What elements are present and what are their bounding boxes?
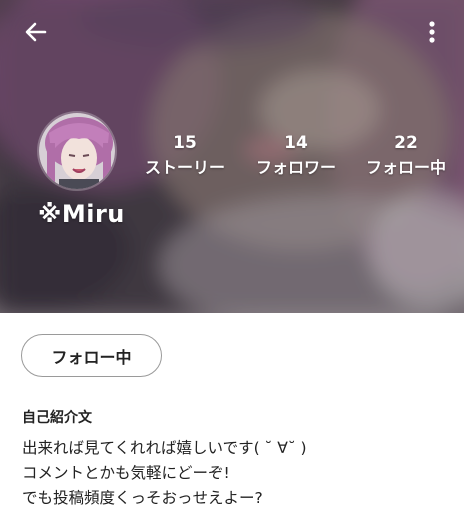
- back-button[interactable]: [18, 14, 54, 50]
- bio-line: コメントとかも気軽にどーぞ!: [22, 464, 230, 482]
- bio-text: 出来れば見てくれれば嬉しいです( ˘ ∀˘ ) コメントとかも気軽にどーぞ! で…: [22, 436, 307, 511]
- stat-stories-count: 15: [173, 133, 197, 153]
- bio-line: でも投稿頻度くっそおっせえよー?: [22, 489, 263, 507]
- profile-info-panel: フォロー中 自己紹介文 出来れば見てくれれば嬉しいです( ˘ ∀˘ ) コメント…: [0, 313, 464, 512]
- more-vertical-icon: [429, 21, 435, 43]
- avatar[interactable]: [37, 111, 117, 191]
- stat-stories-label: ストーリー: [144, 158, 225, 177]
- bio-title: 自己紹介文: [22, 410, 92, 426]
- back-arrow-icon: [25, 22, 47, 42]
- following-button[interactable]: フォロー中: [21, 334, 162, 377]
- stat-followers[interactable]: 14 フォロワー: [241, 133, 351, 179]
- more-options-button[interactable]: [414, 14, 450, 50]
- stat-following[interactable]: 22 フォロー中: [351, 133, 461, 179]
- stat-following-label: フォロー中: [365, 158, 446, 177]
- profile-header: ※Miru 15 ストーリー 14 フォロワー 22 フォロー中: [0, 0, 464, 313]
- stat-followers-count: 14: [284, 133, 308, 153]
- bio-line: 出来れば見てくれれば嬉しいです( ˘ ∀˘ ): [22, 439, 307, 457]
- stat-followers-label: フォロワー: [255, 158, 336, 177]
- username: ※Miru: [38, 200, 125, 228]
- stat-following-count: 22: [394, 133, 418, 153]
- stat-stories[interactable]: 15 ストーリー: [130, 133, 240, 179]
